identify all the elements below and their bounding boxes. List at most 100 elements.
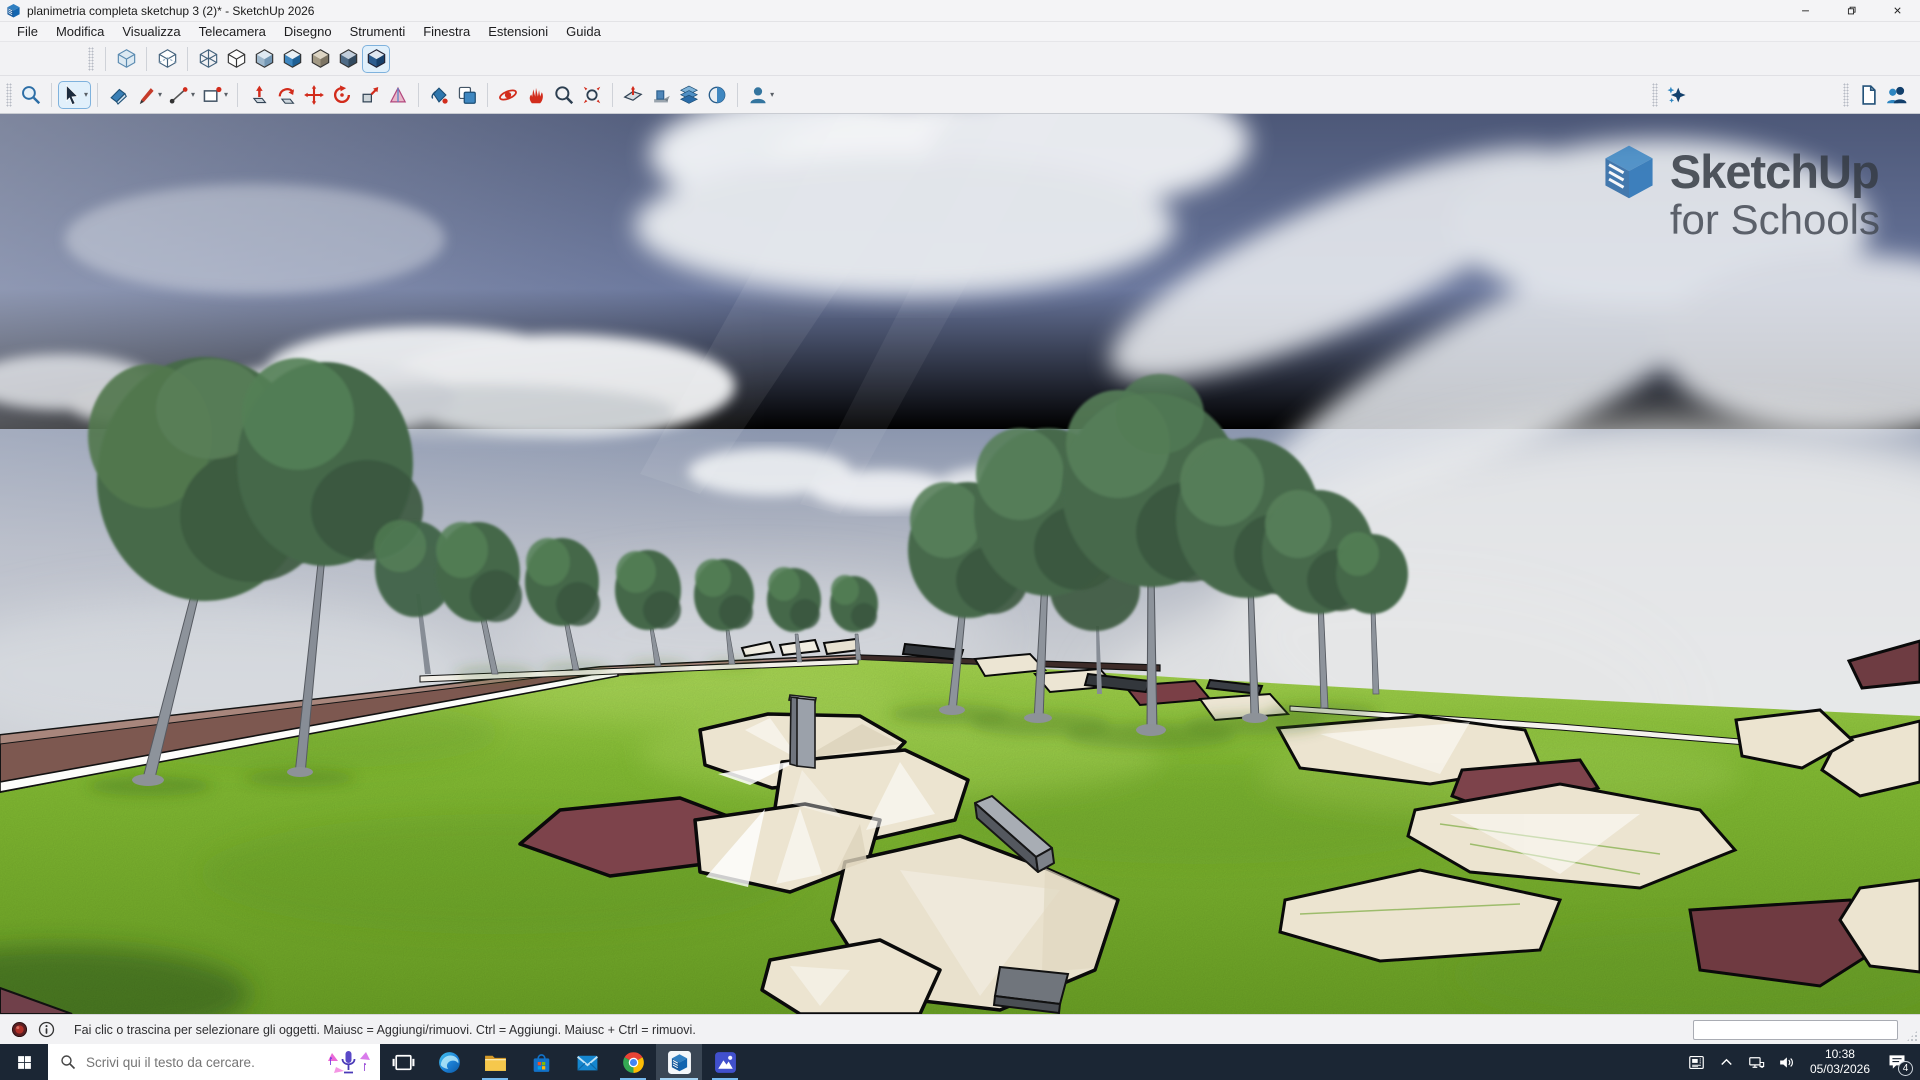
section-plane-tool[interactable] — [619, 81, 647, 109]
info-icon[interactable] — [38, 1021, 55, 1038]
collaboration-panel-icon — [1885, 84, 1907, 106]
system-tray: 10:38 05/03/2026 4 — [1682, 1044, 1920, 1080]
style-shaded-textures-icon — [282, 48, 303, 69]
dropdown-caret-icon[interactable]: ▾ — [770, 91, 774, 99]
widgets-button[interactable] — [1682, 1044, 1712, 1080]
document-panel-icon — [1857, 84, 1879, 106]
toolbar-grip[interactable] — [88, 47, 94, 71]
style-hidden-line[interactable] — [222, 45, 250, 73]
foreground-box[interactable] — [994, 967, 1068, 1013]
style-shaded-textures[interactable] — [278, 45, 306, 73]
menu-telecamera[interactable]: Telecamera — [190, 24, 275, 39]
document-panel[interactable] — [1854, 81, 1882, 109]
taskbar-app-photos[interactable] — [702, 1044, 748, 1080]
freehand-tool-icon — [135, 84, 157, 106]
rectangle-tool[interactable]: ▾ — [198, 81, 231, 109]
tags-tool[interactable] — [675, 81, 703, 109]
taskbar-app-sketchup-app[interactable] — [656, 1044, 702, 1080]
shadows-tool[interactable] — [647, 81, 675, 109]
action-center-button[interactable]: 4 — [1878, 1044, 1916, 1080]
taskbar-app-microsoft-store[interactable] — [518, 1044, 564, 1080]
notification-badge: 4 — [1898, 1061, 1913, 1076]
menu-disegno[interactable]: Disegno — [275, 24, 341, 39]
paint-bucket-tool[interactable] — [425, 81, 453, 109]
search-input[interactable] — [84, 1054, 322, 1071]
start-button[interactable] — [0, 1044, 48, 1080]
menu-guida[interactable]: Guida — [557, 24, 610, 39]
taskbar-app-file-explorer[interactable] — [472, 1044, 518, 1080]
freehand-tool[interactable]: ▾ — [132, 81, 165, 109]
collaboration-panel[interactable] — [1882, 81, 1910, 109]
orbit-tool-icon — [497, 84, 519, 106]
zoom-tool[interactable] — [550, 81, 578, 109]
minimize-icon — [1800, 5, 1811, 16]
style-wireframe[interactable] — [194, 45, 222, 73]
style-shaded[interactable] — [250, 45, 278, 73]
orbit-tool[interactable] — [494, 81, 522, 109]
network-icon[interactable] — [1742, 1044, 1772, 1080]
materials-tool[interactable] — [453, 81, 481, 109]
dropdown-caret-icon[interactable]: ▾ — [191, 91, 195, 99]
taskbar-app-microsoft-edge[interactable] — [426, 1044, 472, 1080]
move-tool[interactable] — [300, 81, 328, 109]
eraser-tool-icon — [107, 84, 129, 106]
toolbar-separator — [51, 83, 52, 107]
follow-me-tool[interactable] — [272, 81, 300, 109]
menu-estensioni[interactable]: Estensioni — [479, 24, 557, 39]
search-icon — [60, 1054, 76, 1070]
close-button[interactable] — [1874, 0, 1920, 21]
push-pull-tool[interactable] — [244, 81, 272, 109]
rotate-tool[interactable] — [328, 81, 356, 109]
scale-tool[interactable] — [356, 81, 384, 109]
main-toolbar: ▾ ▾ ▾ ▾ ▾ — [0, 76, 1920, 114]
style-back-edges[interactable] — [153, 45, 181, 73]
toolbar-grip[interactable] — [1652, 83, 1658, 107]
style-photorealistic[interactable] — [306, 45, 334, 73]
style-monochrome[interactable] — [334, 45, 362, 73]
taskbar-clock[interactable]: 10:38 05/03/2026 — [1802, 1047, 1878, 1077]
account-menu[interactable]: ▾ — [744, 81, 777, 109]
dropdown-caret-icon[interactable]: ▾ — [224, 91, 228, 99]
viewport-3d[interactable]: SketchUp for Schools — [0, 114, 1920, 1014]
menu-strumenti[interactable]: Strumenti — [341, 24, 415, 39]
line-tool[interactable]: ▾ — [165, 81, 198, 109]
rotate-tool-icon — [331, 84, 353, 106]
style-hidden-line-icon — [226, 48, 247, 69]
toolbar-grip[interactable] — [6, 83, 12, 107]
styles-tool[interactable] — [703, 81, 731, 109]
style-xray[interactable] — [112, 45, 140, 73]
select-tool[interactable]: ▾ — [58, 81, 91, 109]
menu-finestra[interactable]: Finestra — [414, 24, 479, 39]
taskbar-app-mail[interactable] — [564, 1044, 610, 1080]
pan-tool[interactable] — [522, 81, 550, 109]
measurements-input[interactable] — [1693, 1020, 1898, 1040]
taskbar: 10:38 05/03/2026 4 — [0, 1044, 1920, 1080]
ai-assistant[interactable] — [1663, 81, 1691, 109]
eraser-tool[interactable] — [104, 81, 132, 109]
taskbar-app-google-chrome[interactable] — [610, 1044, 656, 1080]
dropdown-caret-icon[interactable]: ▾ — [158, 91, 162, 99]
tape-measure-tool[interactable] — [384, 81, 412, 109]
menu-file[interactable]: File — [8, 24, 47, 39]
push-pull-tool-icon — [247, 84, 269, 106]
zoom-extents-tool[interactable] — [578, 81, 606, 109]
minimize-button[interactable] — [1782, 0, 1828, 21]
tray-chevron-up-icon[interactable] — [1712, 1044, 1742, 1080]
resize-grip[interactable] — [1906, 1030, 1918, 1042]
style-current[interactable] — [362, 45, 390, 73]
volume-icon[interactable] — [1772, 1044, 1802, 1080]
search-highlight-art-icon[interactable] — [322, 1047, 374, 1077]
maximize-button[interactable] — [1828, 0, 1874, 21]
geolocation-icon[interactable] — [11, 1021, 28, 1038]
taskbar-app-task-view[interactable] — [380, 1044, 426, 1080]
dropdown-caret-icon[interactable]: ▾ — [84, 91, 88, 99]
toolbar-grip[interactable] — [1843, 83, 1849, 107]
menu-modifica[interactable]: Modifica — [47, 24, 113, 39]
taskbar-search[interactable] — [48, 1044, 380, 1080]
menu-visualizza[interactable]: Visualizza — [113, 24, 189, 39]
mail-icon — [575, 1050, 600, 1075]
pan-tool-icon — [525, 84, 547, 106]
search-tool[interactable] — [17, 81, 45, 109]
styles-tool-icon — [706, 84, 728, 106]
stone-pillar[interactable] — [789, 695, 816, 768]
